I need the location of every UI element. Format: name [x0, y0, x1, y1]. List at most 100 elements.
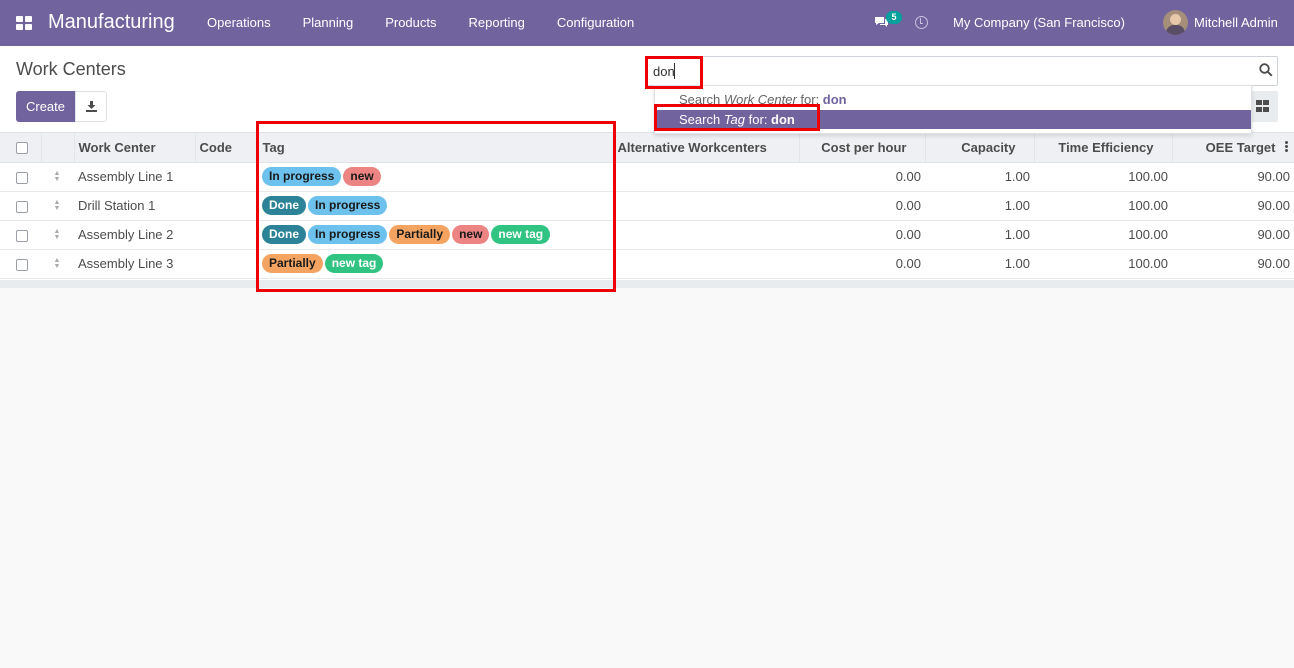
tag-badge: Partially: [262, 254, 323, 273]
menu-operations[interactable]: Operations: [191, 0, 287, 46]
row-select-cell: [0, 191, 41, 221]
main-menu: Operations Planning Products Reporting C…: [191, 0, 650, 46]
top-navbar: Manufacturing Operations Planning Produc…: [0, 0, 1294, 46]
user-avatar[interactable]: [1163, 10, 1188, 35]
activity-clock-icon[interactable]: [915, 16, 928, 29]
row-select-cell: [0, 162, 41, 192]
work-center-table: Work Center Code Tag Alternative Workcen…: [0, 133, 1294, 279]
tag-badge: Done: [262, 196, 306, 215]
tag-badge: new: [343, 167, 381, 186]
handle-header: [41, 133, 75, 163]
cell-oee-target: 90.00: [1172, 191, 1294, 221]
row-handle-cell: ▲ ▼: [41, 249, 74, 279]
table-header: Work Center Code Tag Alternative Workcen…: [0, 133, 1294, 163]
download-icon: [86, 101, 97, 112]
row-checkbox[interactable]: [16, 258, 28, 271]
column-time-efficiency[interactable]: Time Efficiency: [1034, 133, 1173, 163]
row-handle-cell: ▲ ▼: [41, 162, 74, 192]
cell-cost-per-hour: 0.00: [799, 191, 925, 221]
cell-work-center: Assembly Line 1: [74, 162, 195, 192]
cell-alternative-workcenters: [613, 191, 799, 221]
menu-planning[interactable]: Planning: [287, 0, 370, 46]
cell-alternative-workcenters: [613, 249, 799, 279]
user-menu[interactable]: Mitchell Admin: [1194, 15, 1278, 30]
cell-capacity: 1.00: [925, 162, 1034, 192]
tag-badge: new tag: [491, 225, 551, 244]
cell-work-center: Assembly Line 3: [74, 249, 195, 279]
tag-badge: In progress: [308, 225, 388, 244]
cell-work-center: Drill Station 1: [74, 191, 195, 221]
search-input[interactable]: [653, 63, 1153, 79]
drag-handle-icon[interactable]: ▲ ▼: [53, 170, 61, 183]
page-title: Work Centers: [16, 59, 126, 79]
column-capacity[interactable]: Capacity: [925, 133, 1035, 163]
export-button[interactable]: [75, 91, 107, 122]
column-code[interactable]: Code: [195, 133, 259, 163]
app-brand[interactable]: Manufacturing: [48, 11, 175, 34]
apps-menu-icon[interactable]: [16, 16, 32, 30]
column-oee-target[interactable]: OEE Target: [1172, 133, 1294, 163]
cell-alternative-workcenters: [613, 220, 799, 250]
cell-tags: In progress new: [258, 162, 613, 192]
column-work-center[interactable]: Work Center: [74, 133, 196, 163]
search-box[interactable]: [645, 56, 1278, 86]
cell-oee-target: 90.00: [1172, 162, 1294, 192]
table-row[interactable]: ▲ ▼ Assembly Line 3 Partially new tag 0.00 1.0…: [0, 249, 1294, 279]
search-autocomplete: Search Work Center for: don Search Tag f…: [654, 85, 1252, 134]
column-tag[interactable]: Tag: [258, 133, 614, 163]
tag-badge: Done: [262, 225, 306, 244]
row-checkbox[interactable]: [16, 229, 28, 242]
cell-cost-per-hour: 0.00: [799, 162, 925, 192]
drag-handle-icon[interactable]: ▲ ▼: [53, 228, 61, 241]
cell-time-efficiency: 100.00: [1034, 220, 1172, 250]
work-center-list: Work Center Code Tag Alternative Workcen…: [0, 133, 1294, 288]
row-checkbox[interactable]: [16, 200, 28, 213]
row-handle-cell: ▲ ▼: [41, 220, 74, 250]
menu-configuration[interactable]: Configuration: [541, 0, 650, 46]
table-row[interactable]: ▲ ▼ Drill Station 1 Done In progress 0.00 1.00…: [0, 191, 1294, 221]
text-caret: [674, 63, 675, 79]
drag-handle-icon[interactable]: ▲ ▼: [53, 199, 61, 212]
table-row[interactable]: ▲ ▼ Assembly Line 2 Done In progress Partiall…: [0, 220, 1294, 250]
tag-badge: new: [452, 225, 490, 244]
company-switcher[interactable]: My Company (San Francisco): [953, 15, 1125, 30]
autocomplete-work-center[interactable]: Search Work Center for: don: [655, 90, 1251, 109]
tag-badge: In progress: [308, 196, 388, 215]
cell-tags: Partially new tag: [258, 249, 613, 279]
row-handle-cell: ▲ ▼: [41, 191, 74, 221]
cell-cost-per-hour: 0.00: [799, 220, 925, 250]
column-cost-per-hour[interactable]: Cost per hour: [799, 133, 926, 163]
cell-tags: Done In progress Partially new new tag: [258, 220, 613, 250]
kanban-icon: [1256, 100, 1269, 112]
column-alternative-workcenters[interactable]: Alternative Workcenters: [613, 133, 800, 163]
tag-badge: Partially: [389, 225, 451, 244]
cell-code: [195, 220, 258, 250]
list-footer: [0, 280, 1294, 288]
cell-oee-target: 90.00: [1172, 220, 1294, 250]
search-icon[interactable]: [1259, 63, 1273, 77]
cell-oee-target: 90.00: [1172, 249, 1294, 279]
create-button[interactable]: Create: [16, 91, 75, 122]
table-row[interactable]: ▲ ▼ Assembly Line 1 In progress new 0.00 1.00 1…: [0, 162, 1294, 192]
cell-alternative-workcenters: [613, 162, 799, 192]
menu-products[interactable]: Products: [369, 0, 452, 46]
optional-columns-icon[interactable]: [1285, 141, 1289, 153]
cell-code: [195, 191, 258, 221]
cell-code: [195, 249, 258, 279]
menu-reporting[interactable]: Reporting: [453, 0, 541, 46]
row-checkbox[interactable]: [16, 171, 28, 184]
autocomplete-tag[interactable]: Search Tag for: don: [655, 110, 1251, 129]
cell-time-efficiency: 100.00: [1034, 191, 1172, 221]
messages-count-badge: 5: [886, 11, 902, 24]
cell-code: [195, 162, 258, 192]
cell-capacity: 1.00: [925, 249, 1034, 279]
row-select-cell: [0, 249, 41, 279]
cell-time-efficiency: 100.00: [1034, 162, 1172, 192]
cell-tags: Done In progress: [258, 191, 613, 221]
drag-handle-icon[interactable]: ▲ ▼: [53, 257, 61, 270]
tag-badge: new tag: [324, 254, 384, 273]
select-all-checkbox[interactable]: [16, 142, 28, 155]
cell-cost-per-hour: 0.00: [799, 249, 925, 279]
row-select-cell: [0, 220, 41, 250]
cell-work-center: Assembly Line 2: [74, 220, 195, 250]
